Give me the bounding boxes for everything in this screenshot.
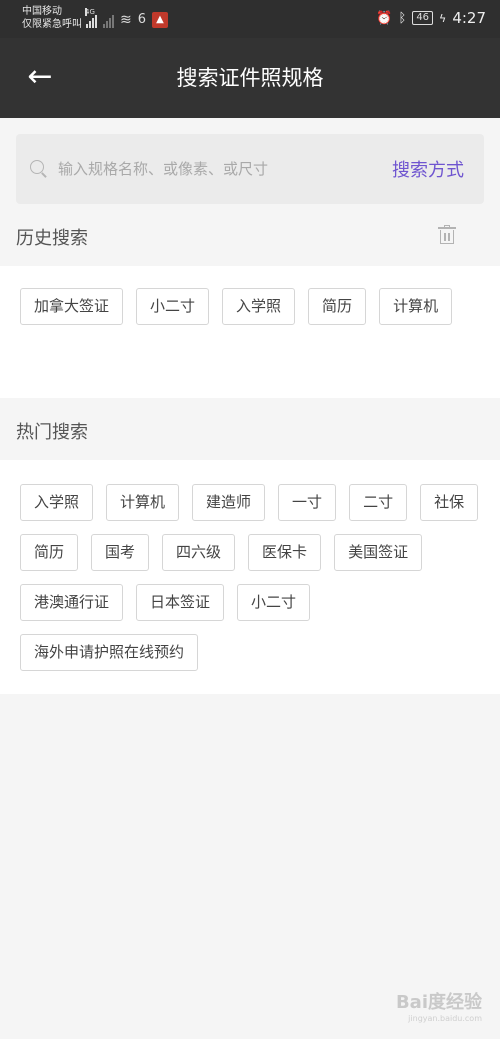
battery-icon: 46 [412, 11, 434, 25]
watermark-brand: Bai度经验 [395, 992, 482, 1013]
hot-tag[interactable]: 国考 [91, 534, 150, 571]
history-tag[interactable]: 小二寸 [136, 288, 210, 325]
network-type-label: 4G [85, 8, 95, 16]
signal-icon: 4G [85, 8, 97, 28]
hot-tag[interactable]: 海外申请护照在线预约 [20, 634, 199, 671]
signal-2-icon [103, 14, 114, 28]
history-tag[interactable]: 加拿大签证 [20, 288, 124, 325]
hot-tag[interactable]: 建造师 [192, 484, 266, 521]
emergency-only-label: 仅限紧急呼叫 [22, 19, 82, 30]
back-arrow-icon[interactable]: ← [22, 60, 58, 96]
charging-icon: ϟ [439, 11, 447, 25]
hot-tag[interactable]: 二寸 [349, 484, 408, 521]
hot-tag[interactable]: 日本签证 [136, 584, 225, 621]
watermark-logo: Bai度经验 jingyan.baidu.com [396, 988, 482, 1023]
search-icon [30, 160, 48, 178]
hot-title: 热门搜索 [16, 422, 88, 443]
hot-tag[interactable]: 社保 [420, 484, 479, 521]
page-title: 搜索证件照规格 [176, 66, 324, 90]
alarm-icon: ⏰ [376, 10, 393, 26]
hot-tag[interactable]: 美国签证 [334, 534, 423, 571]
clock: 4:27 [452, 9, 486, 27]
hot-tag[interactable]: 入学照 [20, 484, 94, 521]
status-right: ⏰ ᛒ 46 ϟ 4:27 [376, 9, 486, 27]
hot-tag[interactable]: 简历 [20, 534, 79, 571]
hot-panel: 入学照 计算机 建造师 一寸 二寸 社保简历 国考 四六级 医保卡 美国签证港澳通行证 日本签证 小二… [0, 460, 500, 694]
hot-tag[interactable]: 小二寸 [237, 584, 311, 621]
status-bar: 中国移动 仅限紧急呼叫 4G ≋ 6 ▲ ⏰ ᛒ 46 ϟ 4:27 [0, 0, 500, 38]
app-notification-icon: 6 [137, 12, 147, 27]
search-mode-button[interactable]: 搜索方式 [392, 156, 464, 182]
history-tag[interactable]: 入学照 [222, 288, 296, 325]
history-panel: 加拿大签证 小二寸 入学照 简历 计算机 [0, 266, 500, 398]
hot-tag[interactable]: 四六级 [162, 534, 236, 571]
hot-header: 热门搜索 [0, 398, 500, 460]
search-input[interactable] [58, 154, 368, 184]
trash-icon[interactable] [438, 225, 456, 245]
history-tag-list: 加拿大签证 小二寸 入学照 简历 计算机 [0, 288, 500, 338]
hot-tag[interactable]: 港澳通行证 [20, 584, 124, 621]
search-bar: 搜索方式 [16, 134, 484, 204]
signal-icons: 4G ≋ 6 ▲ [85, 8, 169, 28]
history-title: 历史搜索 [16, 228, 88, 249]
wifi-icon: ≋ [120, 12, 132, 28]
hot-tag[interactable]: 医保卡 [248, 534, 322, 571]
hot-tag[interactable]: 计算机 [106, 484, 180, 521]
carrier-name: 中国移动 [22, 6, 62, 17]
app-badge-icon: ▲ [152, 12, 169, 28]
hot-tag-list: 入学照 计算机 建造师 一寸 二寸 社保简历 国考 四六级 医保卡 美国签证港澳通行证 日本签证 小二… [0, 484, 500, 684]
nav-bar: 搜索证件照规格 ← [0, 38, 500, 118]
history-header: 历史搜索 [0, 204, 500, 266]
watermark-url: jingyan.baidu.com [408, 1014, 482, 1023]
hot-tag[interactable]: 一寸 [278, 484, 337, 521]
bluetooth-icon: ᛒ [398, 10, 407, 26]
carrier-info: 中国移动 仅限紧急呼叫 [22, 5, 82, 31]
history-tag[interactable]: 计算机 [379, 288, 453, 325]
history-tag[interactable]: 简历 [308, 288, 367, 325]
